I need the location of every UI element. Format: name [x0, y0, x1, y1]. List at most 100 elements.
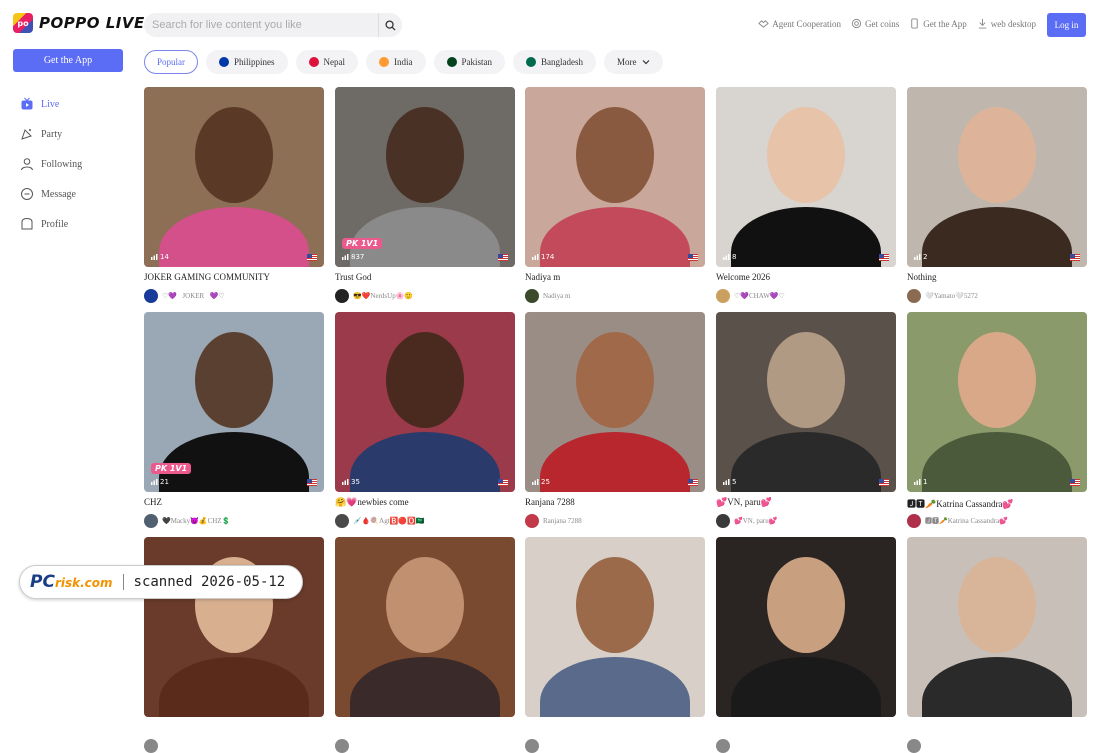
host-info[interactable]: Nadiya m: [525, 289, 705, 303]
stream-thumbnail[interactable]: 35: [335, 312, 515, 492]
stream-thumbnail[interactable]: PK 1V1 21: [144, 312, 324, 492]
host-info[interactable]: 💉🩸🍭Agt🅱️🔴🅾️🇸🇦: [335, 514, 515, 528]
get-the-app-link[interactable]: Get the App: [909, 18, 967, 29]
stream-thumbnail[interactable]: 174: [525, 87, 705, 267]
stream-card[interactable]: PK 1V1 837 Trust God 😎❤️NerdsUp🌸🙂: [335, 87, 515, 303]
stream-thumbnail[interactable]: 5: [716, 312, 896, 492]
stream-thumbnail[interactable]: [525, 537, 705, 717]
host-name: ♡💜CHAW💜♡: [734, 292, 785, 300]
host-info[interactable]: 😎❤️NerdsUp🌸🙂: [335, 289, 515, 303]
stream-title[interactable]: CHZ: [144, 497, 324, 509]
host-name: 🤍Yamato🤍5272: [925, 292, 978, 300]
host-info[interactable]: 🤍Yamato🤍5272: [907, 289, 1087, 303]
host-info[interactable]: 🅹🆃🥕Katrina Cassandra💕: [907, 514, 1087, 528]
stream-title[interactable]: 🅹🆃🥕Katrina Cassandra💕: [907, 497, 1087, 509]
viewer-count-value: 1: [923, 478, 928, 486]
stream-card[interactable]: 174 Nadiya m Nadiya m: [525, 87, 705, 303]
stream-thumbnail[interactable]: [144, 537, 324, 717]
us-flag-icon: [1070, 254, 1080, 261]
stream-card[interactable]: [716, 537, 896, 753]
get-coins-link[interactable]: Get coins: [851, 18, 899, 29]
viewer-count-value: 35: [351, 478, 360, 486]
stream-thumbnail[interactable]: 2: [907, 87, 1087, 267]
host-info[interactable]: [907, 739, 1087, 753]
stream-title[interactable]: [525, 722, 705, 734]
host-info[interactable]: 💕VN, paru💕: [716, 514, 896, 528]
sidebar-item-message[interactable]: Message: [20, 179, 82, 209]
stream-card[interactable]: 8 Welcome 2026 ♡💜CHAW💜♡: [716, 87, 896, 303]
stream-title[interactable]: Ranjana 7288: [525, 497, 705, 509]
sidebar-item-following[interactable]: Following: [20, 149, 82, 179]
stream-title[interactable]: 💕VN, paru💕: [716, 497, 896, 509]
search-input[interactable]: [152, 13, 377, 37]
stream-card[interactable]: 14 JOKER GAMING COMMUNITY ♡💜⃝JOKER⃝💜♡: [144, 87, 324, 303]
stream-title[interactable]: Trust God: [335, 272, 515, 284]
stream-thumbnail[interactable]: [907, 537, 1087, 717]
us-flag-icon: [307, 254, 317, 261]
user-icon: [21, 158, 33, 171]
filter-pakistan[interactable]: Pakistan: [433, 50, 506, 74]
viewer-count: 21: [151, 478, 169, 486]
us-flag-icon: [879, 479, 889, 486]
stream-card[interactable]: 35 🤗💗newbies come 💉🩸🍭Agt🅱️🔴🅾️🇸🇦: [335, 312, 515, 528]
stream-title[interactable]: Nadiya m: [525, 272, 705, 284]
web-desktop-link[interactable]: web desktop: [977, 18, 1036, 29]
sidebar-item-party[interactable]: Party: [20, 119, 82, 149]
filter-india[interactable]: India: [366, 50, 426, 74]
stream-card[interactable]: 1 🅹🆃🥕Katrina Cassandra💕 🅹🆃🥕Katrina Cassand…: [907, 312, 1087, 528]
stream-thumbnail[interactable]: PK 1V1 837: [335, 87, 515, 267]
stream-card[interactable]: [525, 537, 705, 753]
stream-title[interactable]: [144, 722, 324, 734]
stream-card[interactable]: PK 1V1 21 CHZ 🖤Macky😈💰CHZ💲: [144, 312, 324, 528]
viewer-count-value: 8: [732, 253, 737, 261]
stream-card[interactable]: 2 Nothing 🤍Yamato🤍5272: [907, 87, 1087, 303]
sidebar-item-live[interactable]: Live: [20, 89, 82, 119]
filter-popular[interactable]: Popular: [144, 50, 198, 74]
stream-thumbnail[interactable]: 25: [525, 312, 705, 492]
logo-text: POPPO LIVE: [39, 14, 145, 32]
stream-thumbnail[interactable]: 8: [716, 87, 896, 267]
filter-more[interactable]: More: [604, 50, 663, 74]
streamer-face: [767, 107, 845, 204]
streamer-body: [159, 207, 309, 267]
signal-icon: [151, 479, 158, 485]
stream-title[interactable]: [716, 722, 896, 734]
login-button[interactable]: Log in: [1047, 13, 1086, 37]
avatar: [907, 289, 921, 303]
signal-icon: [532, 479, 539, 485]
host-info[interactable]: ♡💜CHAW💜♡: [716, 289, 896, 303]
streamer-face: [576, 107, 654, 204]
get-app-button[interactable]: Get the App: [13, 49, 123, 72]
host-info[interactable]: [335, 739, 515, 753]
stream-title[interactable]: [335, 722, 515, 734]
stream-thumbnail[interactable]: [335, 537, 515, 717]
app-logo[interactable]: po POPPO LIVE: [13, 13, 145, 33]
stream-title[interactable]: Welcome 2026: [716, 272, 896, 284]
host-info[interactable]: 🖤Macky😈💰CHZ💲: [144, 514, 324, 528]
stream-thumbnail[interactable]: 1: [907, 312, 1087, 492]
viewer-count: 2: [914, 253, 927, 261]
stream-card[interactable]: [335, 537, 515, 753]
host-info[interactable]: [525, 739, 705, 753]
stream-title[interactable]: 🤗💗newbies come: [335, 497, 515, 509]
stream-title[interactable]: Nothing: [907, 272, 1087, 284]
host-info[interactable]: Ranjana 7288: [525, 514, 705, 528]
filter-bangladesh[interactable]: Bangladesh: [513, 50, 597, 74]
sidebar-item-profile[interactable]: Profile: [20, 209, 82, 239]
stream-title[interactable]: [907, 722, 1087, 734]
agent-cooperation-link[interactable]: Agent Cooperation: [758, 18, 841, 29]
stream-card[interactable]: 5 💕VN, paru💕 💕VN, paru💕: [716, 312, 896, 528]
stream-thumbnail[interactable]: 14: [144, 87, 324, 267]
stream-card[interactable]: [907, 537, 1087, 753]
filter-philippines[interactable]: Philippines: [206, 50, 288, 74]
host-info[interactable]: [716, 739, 896, 753]
host-info[interactable]: ♡💜⃝JOKER⃝💜♡: [144, 289, 324, 303]
flag-icon: [219, 57, 229, 67]
stream-thumbnail[interactable]: [716, 537, 896, 717]
filter-nepal[interactable]: Nepal: [295, 50, 359, 74]
stream-title[interactable]: JOKER GAMING COMMUNITY: [144, 272, 324, 284]
host-info[interactable]: [144, 739, 324, 753]
search-icon[interactable]: [378, 13, 402, 37]
stream-card[interactable]: 25 Ranjana 7288 Ranjana 7288: [525, 312, 705, 528]
download-icon: [978, 18, 986, 29]
